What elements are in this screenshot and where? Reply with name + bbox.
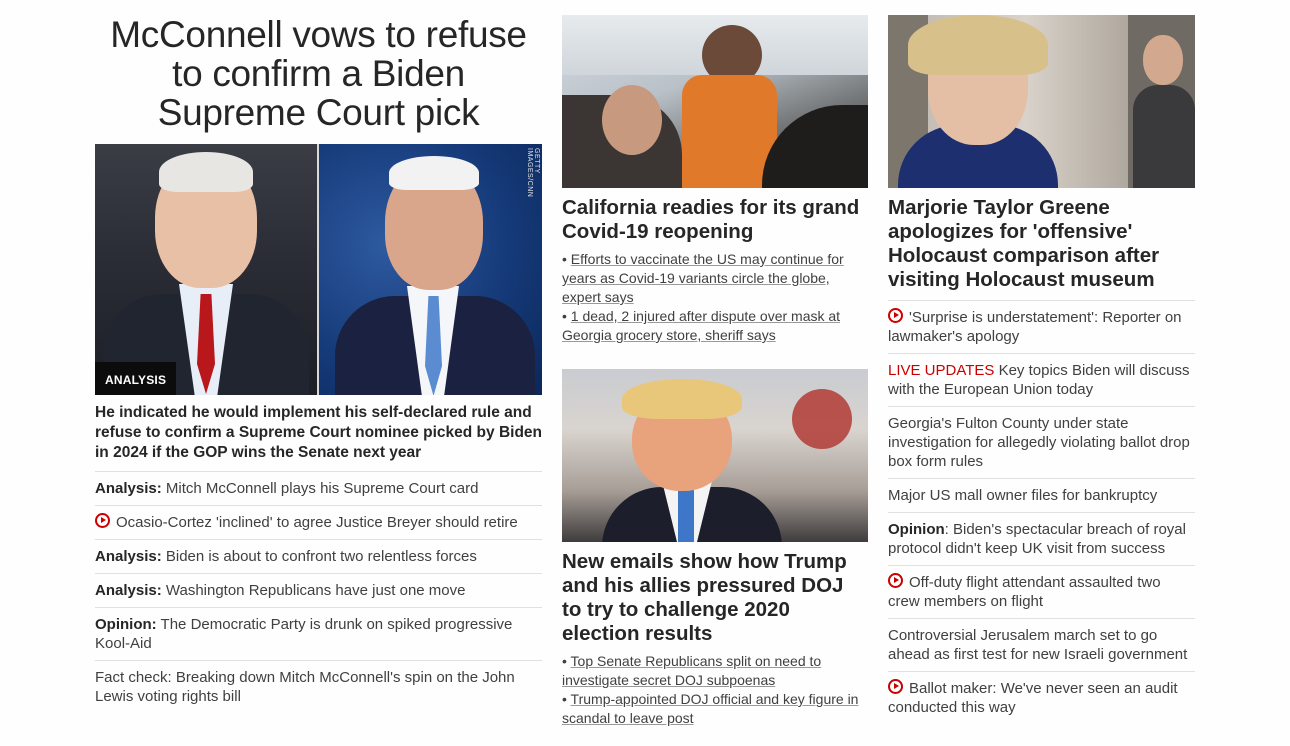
list-item[interactable]: Analysis: Biden is about to confront two… — [95, 539, 542, 573]
list-item[interactable]: Major US mall owner files for bankruptcy — [888, 478, 1195, 512]
trump-story-image[interactable] — [562, 369, 868, 542]
list-item[interactable]: Ballot maker: We've never seen an audit … — [888, 671, 1195, 724]
related-list: Analysis: Mitch McConnell plays his Supr… — [95, 471, 542, 713]
middle-column: California readies for its grand Covid-1… — [562, 0, 868, 728]
list-item[interactable]: Controversial Jerusalem march set to go … — [888, 618, 1195, 671]
lead-story-column: McConnell vows to refuse to confirm a Bi… — [95, 0, 542, 713]
live-updates-label: LIVE UPDATES — [888, 362, 995, 379]
item-text: Georgia's Fulton County under state inve… — [888, 415, 1190, 470]
greene-story-image[interactable] — [888, 15, 1195, 188]
item-prefix: Opinion — [888, 521, 945, 538]
greene-headline[interactable]: Marjorie Taylor Greene apologizes for 'o… — [888, 196, 1195, 292]
list-item[interactable]: Analysis: Mitch McConnell plays his Supr… — [95, 471, 542, 505]
item-text: Controversial Jerusalem march set to go … — [888, 627, 1188, 663]
list-item[interactable]: Fact check: Breaking down Mitch McConnel… — [95, 660, 542, 713]
lead-dek[interactable]: He indicated he would implement his self… — [95, 403, 542, 463]
item-text: Washington Republicans have just one mov… — [161, 582, 466, 599]
covid-bullets: • Efforts to vaccinate the US may contin… — [562, 250, 868, 345]
item-text: Fact check: Breaking down Mitch McConnel… — [95, 669, 515, 705]
item-text: Biden is about to confront two relentles… — [161, 548, 477, 565]
play-icon — [888, 308, 903, 323]
analysis-badge: ANALYSIS — [95, 362, 177, 395]
item-text: Off-duty flight attendant assaulted two … — [888, 574, 1161, 610]
list-item[interactable]: Analysis: Washington Republicans have ju… — [95, 573, 542, 607]
bullet-link[interactable]: Trump-appointed DOJ official and key fig… — [562, 691, 858, 726]
lead-headline-line[interactable]: to confirm a Biden — [95, 54, 542, 93]
covid-headline[interactable]: California readies for its grand Covid-1… — [562, 196, 868, 244]
item-prefix: Analysis: — [95, 548, 162, 565]
item-prefix: Analysis: — [95, 480, 162, 497]
list-item[interactable]: Opinion: Biden's spectacular breach of r… — [888, 512, 1195, 565]
trump-headline[interactable]: New emails show how Trump and his allies… — [562, 550, 868, 646]
lead-headline-line[interactable]: Supreme Court pick — [95, 93, 542, 132]
item-text: The Democratic Party is drunk on spiked … — [95, 616, 513, 652]
biden-photo — [95, 144, 542, 395]
item-text: 'Surprise is understatement': Reporter o… — [888, 309, 1182, 345]
list-item[interactable]: 'Surprise is understatement': Reporter o… — [888, 300, 1195, 353]
bullet-item[interactable]: • Top Senate Republicans split on need t… — [562, 652, 868, 690]
bullet-item[interactable]: • Trump-appointed DOJ official and key f… — [562, 690, 868, 728]
covid-story-image[interactable] — [562, 15, 868, 188]
play-icon — [888, 679, 903, 694]
item-prefix: Analysis: — [95, 582, 162, 599]
image-credit: GETTY IMAGES/CNN — [526, 148, 540, 198]
lead-headline[interactable]: McConnell vows to refuse to confirm a Bi… — [95, 15, 542, 132]
bullet-item[interactable]: • 1 dead, 2 injured after dispute over m… — [562, 307, 868, 345]
list-item[interactable]: Opinion: The Democratic Party is drunk o… — [95, 607, 542, 660]
item-text: Ocasio-Cortez 'inclined' to agree Justic… — [116, 514, 518, 531]
bullet-item[interactable]: • Efforts to vaccinate the US may contin… — [562, 250, 868, 307]
trump-bullets: • Top Senate Republicans split on need t… — [562, 652, 868, 728]
bullet-link[interactable]: 1 dead, 2 injured after dispute over mas… — [562, 308, 840, 343]
lead-image[interactable]: GETTY IMAGES/CNN ANALYSIS — [95, 144, 542, 395]
play-icon — [95, 513, 110, 528]
item-prefix: Opinion: — [95, 616, 157, 633]
right-column: Marjorie Taylor Greene apologizes for 'o… — [888, 0, 1195, 724]
play-icon — [888, 573, 903, 588]
item-text: Major US mall owner files for bankruptcy — [888, 487, 1158, 504]
list-item[interactable]: LIVE UPDATES Key topics Biden will discu… — [888, 353, 1195, 406]
bullet-link[interactable]: Top Senate Republicans split on need to … — [562, 653, 821, 688]
list-item[interactable]: Georgia's Fulton County under state inve… — [888, 406, 1195, 478]
item-text: Mitch McConnell plays his Supreme Court … — [161, 480, 479, 497]
right-list: 'Surprise is understatement': Reporter o… — [888, 300, 1195, 724]
lead-headline-line[interactable]: McConnell vows to refuse — [95, 15, 542, 54]
bullet-link[interactable]: Efforts to vaccinate the US may continue… — [562, 251, 844, 305]
list-item[interactable]: Off-duty flight attendant assaulted two … — [888, 565, 1195, 618]
item-text: Ballot maker: We've never seen an audit … — [888, 680, 1178, 716]
list-item[interactable]: Ocasio-Cortez 'inclined' to agree Justic… — [95, 505, 542, 539]
